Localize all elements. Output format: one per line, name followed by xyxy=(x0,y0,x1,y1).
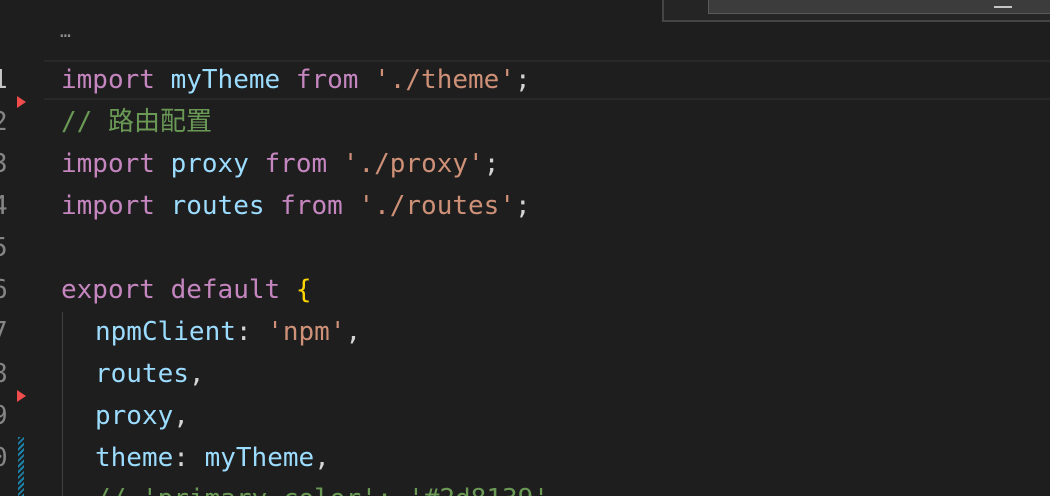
brace: { xyxy=(295,275,312,305)
identifier: myTheme xyxy=(170,65,281,95)
code-line-7[interactable]: npmClient: 'npm', xyxy=(95,311,361,353)
comment: // 路由配置 xyxy=(61,107,212,137)
line-number: 2 xyxy=(0,101,12,143)
code-editor[interactable]: 1 2 3 4 5 6 7 8 9 0 … import myTheme fro… xyxy=(0,0,1050,496)
code-line-8[interactable]: routes, xyxy=(95,353,205,395)
punctuation: ; xyxy=(483,149,500,179)
property-key: theme xyxy=(95,443,174,473)
identifier: routes xyxy=(170,191,265,221)
line-number: 4 xyxy=(0,185,12,227)
string-literal: './theme' xyxy=(374,65,515,95)
line-number: 3 xyxy=(0,143,12,185)
string-literal: './proxy' xyxy=(342,149,484,179)
line-number: 7 xyxy=(0,311,12,353)
breakpoint-arrow-icon[interactable] xyxy=(17,390,26,402)
find-widget xyxy=(662,0,1050,22)
toggle-icon[interactable] xyxy=(994,0,1012,8)
punctuation: ; xyxy=(514,191,531,221)
keyword: import xyxy=(61,149,155,179)
line-number: 6 xyxy=(0,269,12,311)
keyword: from xyxy=(264,149,328,179)
modified-line-indicator[interactable] xyxy=(18,437,24,496)
property-key: npmClient xyxy=(95,317,236,347)
punctuation: , xyxy=(345,317,362,347)
keyword: default xyxy=(170,275,281,305)
keyword: export xyxy=(61,275,155,305)
string-literal: 'npm' xyxy=(267,317,346,347)
line-number: 0 xyxy=(0,437,12,479)
comment: // 'primary-color': '#2d8139' xyxy=(95,484,549,496)
code-line-2[interactable]: // 路由配置 xyxy=(61,101,212,143)
line-number: 5 xyxy=(0,227,12,269)
keyword: from xyxy=(280,191,343,221)
breakpoint-arrow-icon[interactable] xyxy=(17,96,26,108)
folded-region-placeholder[interactable]: … xyxy=(60,22,72,42)
punctuation: : xyxy=(235,317,268,347)
code-line-9[interactable]: proxy, xyxy=(95,395,189,437)
line-number: 9 xyxy=(0,395,12,437)
keyword: import xyxy=(61,65,155,95)
code-line-4[interactable]: import routes from './routes'; xyxy=(61,185,531,227)
identifier: routes xyxy=(95,359,189,389)
indent-guide xyxy=(62,312,63,496)
identifier: myTheme xyxy=(204,443,315,473)
line-number-gutter[interactable]: 1 2 3 4 5 6 7 8 9 0 xyxy=(0,0,44,496)
punctuation: : xyxy=(173,443,205,473)
line-number: 1 xyxy=(0,59,12,101)
punctuation: , xyxy=(188,359,205,389)
string-literal: './routes' xyxy=(358,191,515,221)
code-line-10[interactable]: theme: myTheme, xyxy=(95,437,330,479)
identifier: proxy xyxy=(95,401,174,431)
line-number: 8 xyxy=(0,353,12,395)
punctuation: , xyxy=(173,401,189,431)
identifier: proxy xyxy=(170,149,249,179)
code-line-11[interactable]: // 'primary-color': '#2d8139' xyxy=(95,478,549,496)
punctuation: , xyxy=(314,443,330,473)
code-line-3[interactable]: import proxy from './proxy'; xyxy=(61,143,499,185)
punctuation: ; xyxy=(514,65,531,95)
keyword: from xyxy=(295,65,359,95)
keyword: import xyxy=(61,191,155,221)
code-line-1[interactable]: import myTheme from './theme'; xyxy=(61,59,531,101)
code-line-6[interactable]: export default { xyxy=(61,269,311,311)
